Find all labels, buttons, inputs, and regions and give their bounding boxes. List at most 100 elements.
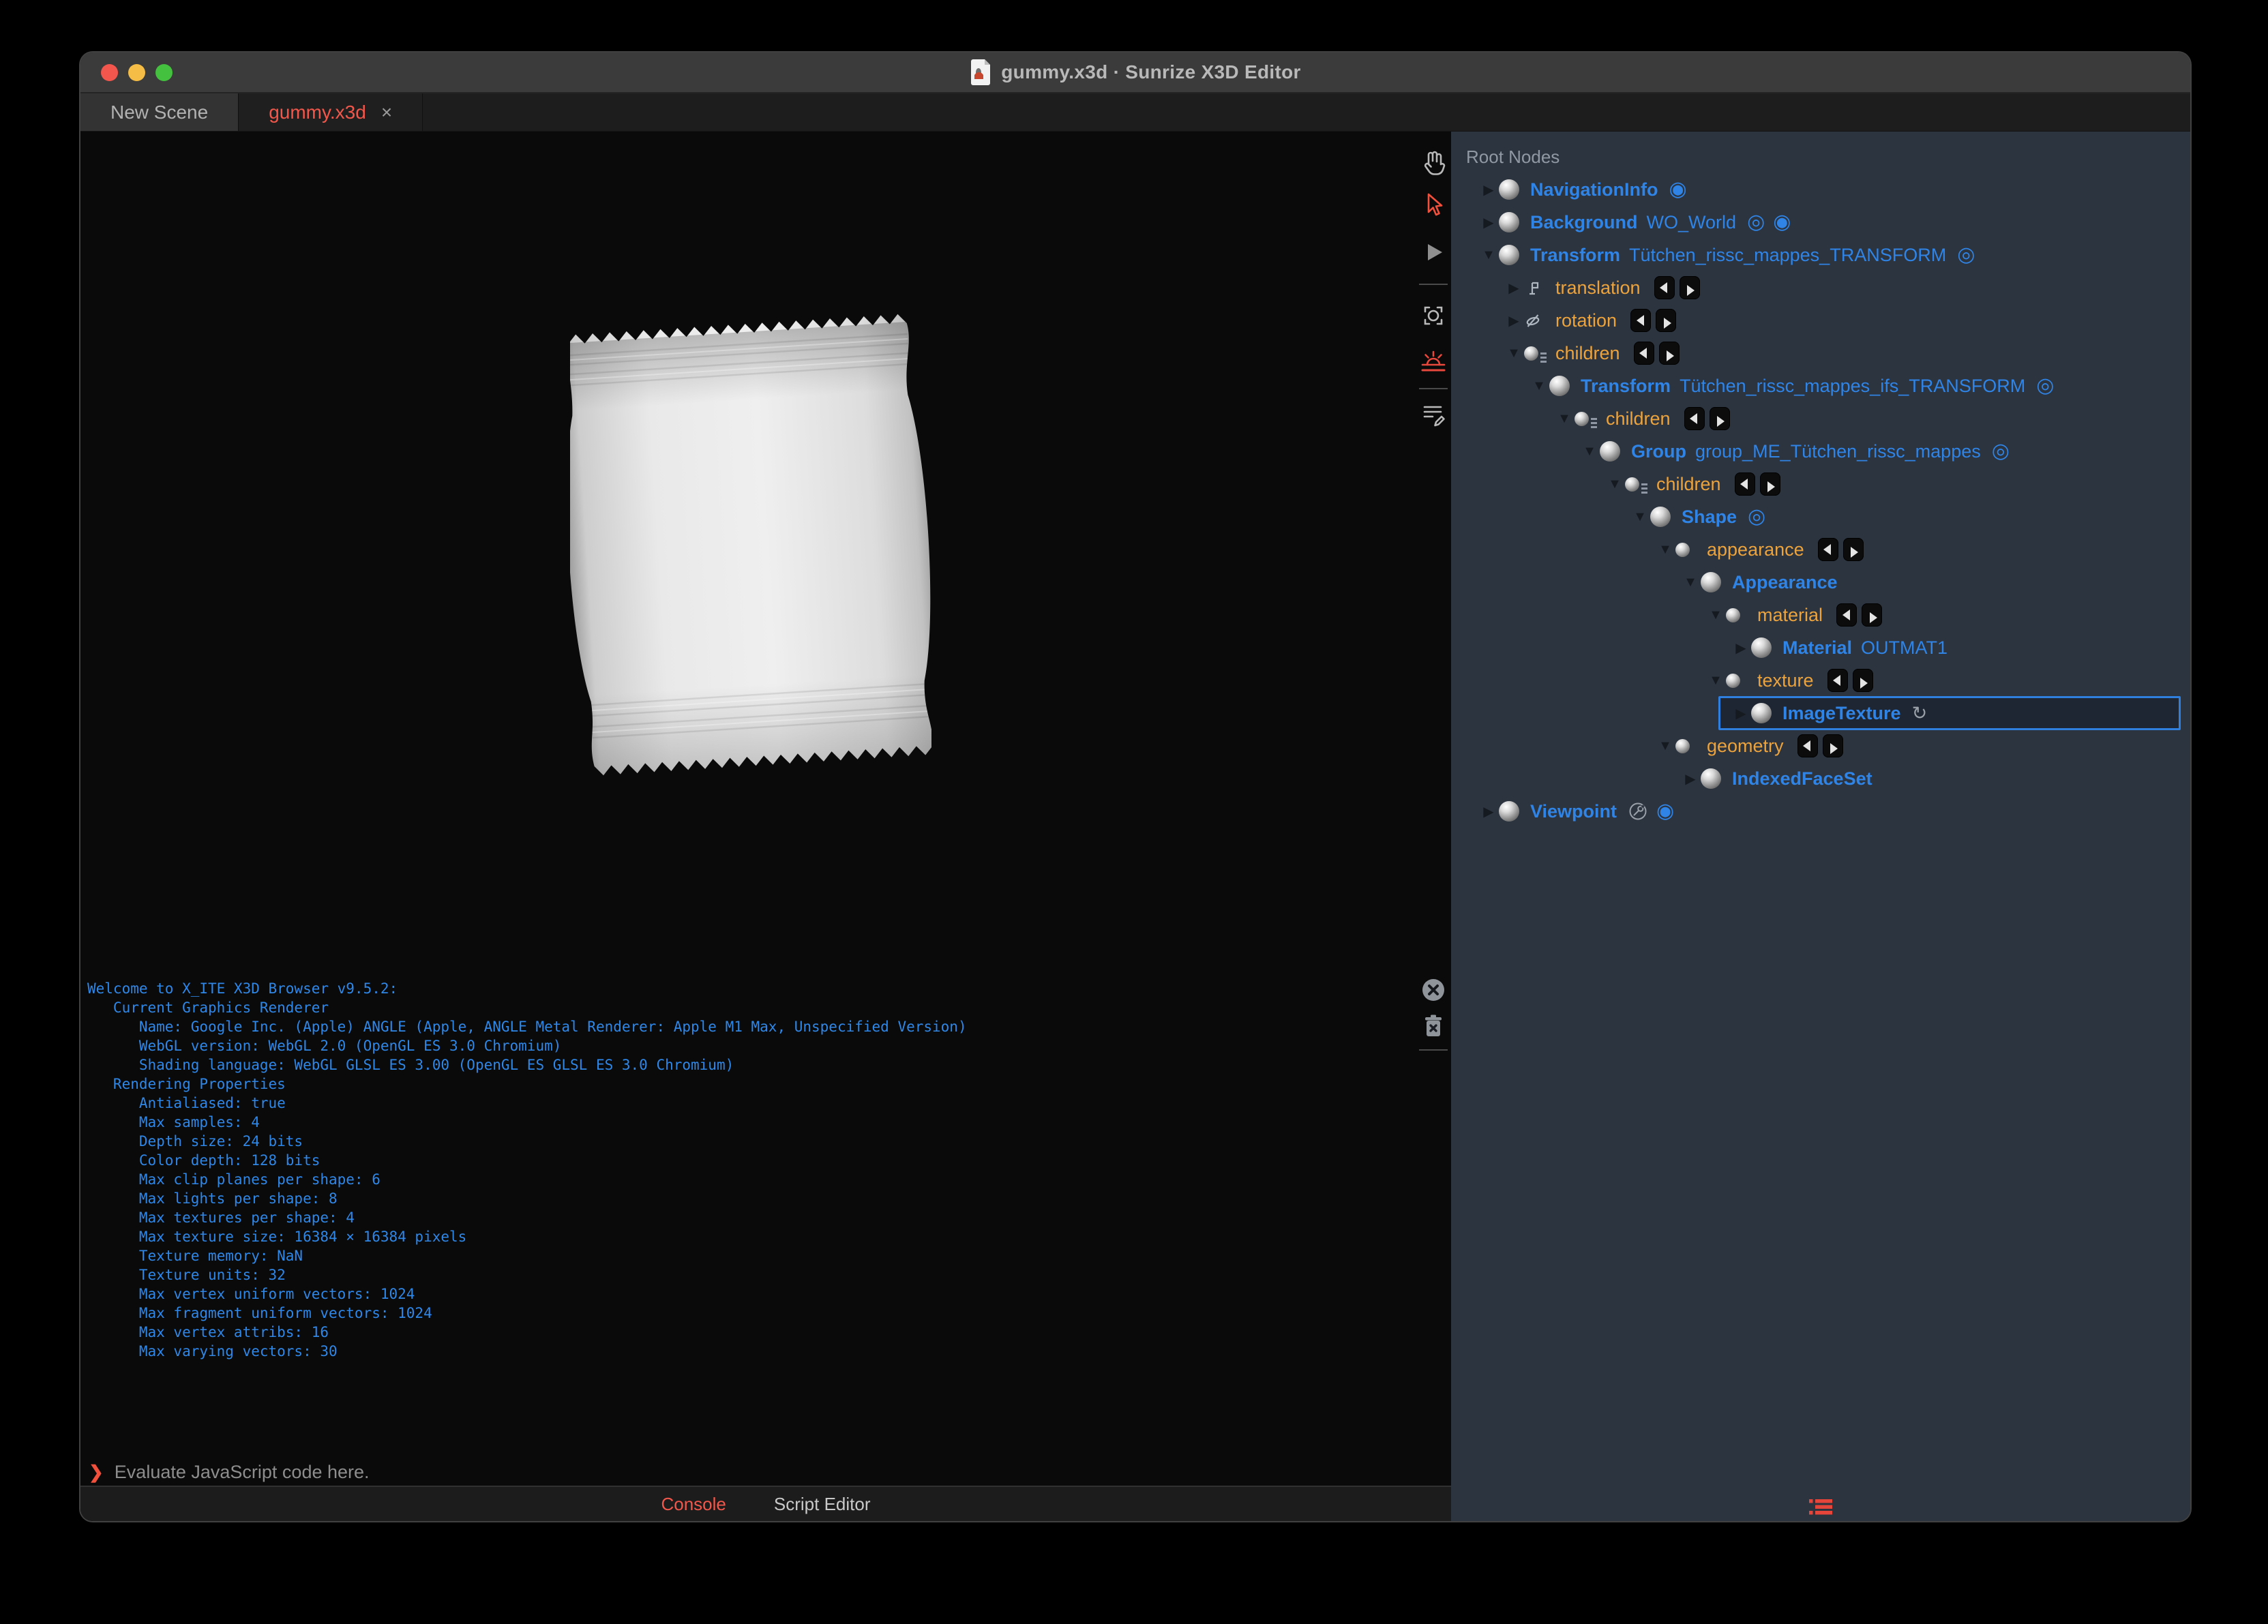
expander-icon[interactable]: ▼ bbox=[1630, 509, 1650, 525]
outline-list-icon[interactable] bbox=[1808, 1497, 1834, 1517]
expander-icon[interactable]: ▶ bbox=[1478, 214, 1499, 231]
expander-icon[interactable]: ▶ bbox=[1504, 312, 1524, 329]
route-output-icon[interactable] bbox=[1759, 472, 1780, 496]
outline-row-navigationinfo[interactable]: ▶ NavigationInfo ◉ bbox=[1451, 173, 2190, 206]
route-input-icon[interactable] bbox=[1630, 309, 1652, 332]
expander-icon[interactable]: ▶ bbox=[1731, 640, 1751, 657]
fit-view-icon[interactable] bbox=[1418, 301, 1448, 331]
outline-row-transform[interactable]: ▼ Transform Tütchen_rissc_mappes_TRANSFORM… bbox=[1451, 239, 2190, 271]
route-input-icon[interactable] bbox=[1633, 342, 1654, 365]
route-output-icon[interactable] bbox=[1862, 603, 1883, 627]
route-output-icon[interactable] bbox=[1842, 538, 1864, 561]
route-output-icon[interactable] bbox=[1709, 407, 1730, 430]
close-tab-icon[interactable]: × bbox=[381, 102, 392, 122]
outline-row-children[interactable]: ▼ children bbox=[1451, 402, 2190, 435]
bound-node-icon[interactable]: ◉ bbox=[1669, 179, 1687, 200]
route-output-icon[interactable] bbox=[1658, 342, 1680, 365]
zoom-window-button[interactable] bbox=[155, 63, 173, 81]
clear-console-icon[interactable] bbox=[1418, 975, 1448, 1005]
expander-icon[interactable]: ▼ bbox=[1680, 575, 1701, 590]
expander-icon[interactable]: ▼ bbox=[1478, 247, 1499, 263]
field-sphere-icon bbox=[1524, 346, 1538, 361]
expander-icon[interactable]: ▼ bbox=[1705, 673, 1726, 689]
expander-icon[interactable]: ▼ bbox=[1529, 378, 1549, 394]
route-input-icon[interactable] bbox=[1827, 669, 1848, 692]
route-output-icon[interactable] bbox=[1852, 669, 1873, 692]
outline-row-appearance[interactable]: ▼ Appearance bbox=[1451, 566, 2190, 599]
route-input-icon[interactable] bbox=[1654, 276, 1675, 299]
outline-panel: Root Nodes ▶ NavigationInfo ◉ ▶ Background WO… bbox=[1451, 132, 2190, 1521]
node-sphere-icon bbox=[1499, 212, 1519, 232]
outline-row-transform[interactable]: ▼ Transform Tütchen_rissc_mappes_ifs_TRANS… bbox=[1451, 370, 2190, 402]
visibility-icon[interactable]: ◎ bbox=[1748, 507, 1765, 527]
outline-row-material[interactable]: ▶ Material OUTMAT1 bbox=[1451, 631, 2190, 664]
node-type-label: Material bbox=[1782, 637, 1853, 658]
console-prompt[interactable]: ❯ Evaluate JavaScript code here. bbox=[80, 1458, 1451, 1487]
window-controls bbox=[80, 52, 173, 92]
close-window-button[interactable] bbox=[101, 63, 118, 81]
visibility-icon[interactable]: ◎ bbox=[2036, 376, 2054, 396]
sunrise-icon[interactable] bbox=[1418, 346, 1448, 376]
minimize-window-button[interactable] bbox=[128, 63, 145, 81]
tab-label: gummy.x3d bbox=[269, 101, 366, 123]
outline-row-imagetexture[interactable]: ▶ ImageTexture ↻ bbox=[1451, 696, 2190, 730]
bound-node-icon[interactable]: ◉ bbox=[1656, 801, 1674, 822]
pan-hand-icon[interactable] bbox=[1418, 147, 1448, 177]
outline-row-viewpoint[interactable]: ▶ Viewpoint ◉ bbox=[1451, 795, 2190, 828]
select-arrow-icon[interactable] bbox=[1418, 190, 1448, 220]
expander-icon[interactable]: ▼ bbox=[1655, 542, 1675, 558]
tab-new-scene[interactable]: New Scene bbox=[80, 93, 239, 131]
outline-row-appearance[interactable]: ▼ appearance bbox=[1451, 533, 2190, 566]
route-input-icon[interactable] bbox=[1684, 407, 1705, 430]
visibility-icon[interactable]: ◎ bbox=[1957, 245, 1975, 265]
visibility-icon[interactable]: ◎ bbox=[1992, 441, 2010, 462]
route-input-icon[interactable] bbox=[1836, 603, 1857, 627]
expander-icon[interactable]: ▼ bbox=[1554, 411, 1575, 427]
route-connectors bbox=[1836, 603, 1883, 627]
expander-icon[interactable]: ▼ bbox=[1655, 738, 1675, 754]
viewport-3d[interactable] bbox=[80, 132, 1451, 975]
outline-row-indexedfaceset[interactable]: ▶ IndexedFaceSet bbox=[1451, 762, 2190, 795]
tab-console[interactable]: Console bbox=[661, 1494, 726, 1515]
outline-header: Root Nodes bbox=[1466, 147, 1560, 167]
route-input-icon[interactable] bbox=[1797, 734, 1818, 757]
outline-row-shape[interactable]: ▼ Shape ◎ bbox=[1451, 500, 2190, 533]
outline-row-texture[interactable]: ▼ texture bbox=[1451, 664, 2190, 697]
node-def-name: Tütchen_rissc_mappes_ifs_TRANSFORM bbox=[1680, 375, 2026, 396]
expander-icon[interactable]: ▶ bbox=[1680, 770, 1701, 787]
route-output-icon[interactable] bbox=[1822, 734, 1843, 757]
expander-icon[interactable]: ▶ bbox=[1478, 181, 1499, 198]
expander-icon[interactable]: ▶ bbox=[1731, 705, 1751, 722]
outline-row-rotation[interactable]: ▶ rotation bbox=[1451, 304, 2190, 337]
play-icon[interactable] bbox=[1418, 237, 1448, 267]
rotation-field-icon bbox=[1526, 314, 1540, 327]
route-output-icon[interactable] bbox=[1656, 309, 1677, 332]
prompt-chevron-icon: ❯ bbox=[89, 1461, 104, 1482]
route-input-icon[interactable] bbox=[1817, 538, 1838, 561]
outline-row-translation[interactable]: ▶ translation bbox=[1451, 271, 2190, 304]
trash-icon[interactable] bbox=[1418, 1011, 1448, 1041]
outline-row-group[interactable]: ▼ Group group_ME_Tütchen_rissc_mappes ◎ bbox=[1451, 435, 2190, 468]
expander-icon[interactable]: ▶ bbox=[1504, 280, 1524, 297]
expander-icon[interactable]: ▼ bbox=[1579, 444, 1600, 460]
expander-icon[interactable]: ▼ bbox=[1605, 477, 1625, 492]
outline-row-geometry[interactable]: ▼ geometry bbox=[1451, 730, 2190, 762]
reload-texture-icon[interactable]: ↻ bbox=[1912, 704, 1928, 723]
outline-row-children[interactable]: ▼ children bbox=[1451, 337, 2190, 370]
route-input-icon[interactable] bbox=[1734, 472, 1755, 496]
script-edit-icon[interactable] bbox=[1418, 399, 1448, 429]
tab-script-editor[interactable]: Script Editor bbox=[774, 1494, 871, 1515]
node-type-label: Group bbox=[1631, 440, 1686, 462]
expander-icon[interactable]: ▼ bbox=[1504, 346, 1524, 361]
outline-row-background[interactable]: ▶ Background WO_World ◎ ◉ bbox=[1451, 206, 2190, 239]
console-output[interactable]: Welcome to X_ITE X3D Browser v9.5.2: Cur… bbox=[80, 975, 1451, 1458]
bound-node-icon[interactable]: ◉ bbox=[1773, 212, 1791, 232]
route-output-icon[interactable] bbox=[1679, 276, 1700, 299]
tool-wrench-icon[interactable] bbox=[1628, 801, 1648, 822]
outline-row-material[interactable]: ▼ material bbox=[1451, 599, 2190, 631]
expander-icon[interactable]: ▶ bbox=[1478, 803, 1499, 820]
tab-gummy-x3d[interactable]: gummy.x3d × bbox=[239, 93, 423, 131]
outline-row-children[interactable]: ▼ children bbox=[1451, 468, 2190, 500]
visibility-icon[interactable]: ◎ bbox=[1747, 212, 1765, 232]
expander-icon[interactable]: ▼ bbox=[1705, 607, 1726, 623]
